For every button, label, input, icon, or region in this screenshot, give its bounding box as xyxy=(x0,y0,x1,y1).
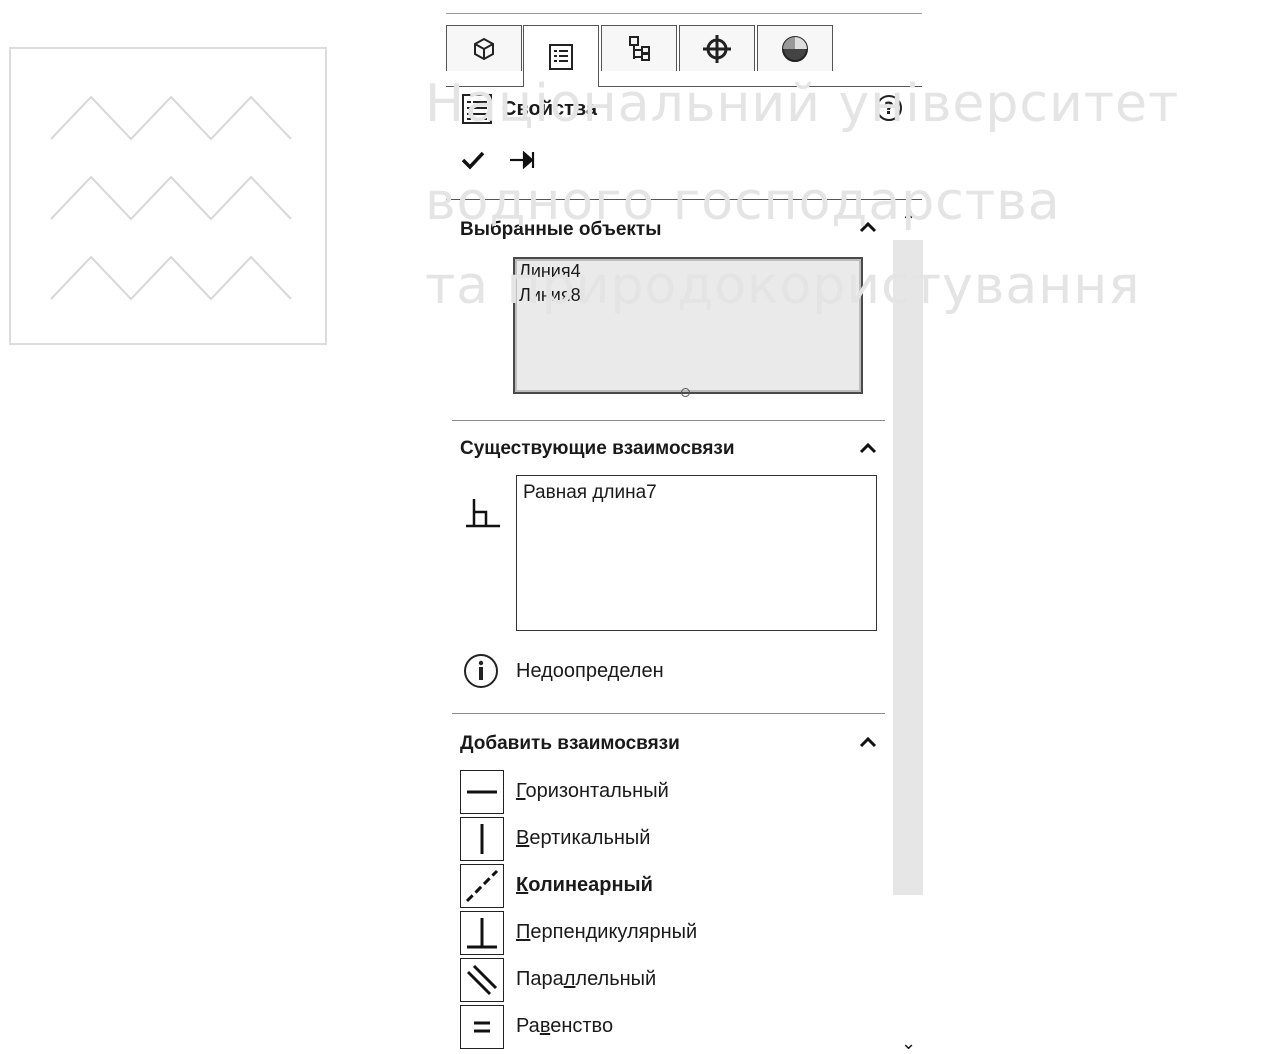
pushpin-icon[interactable] xyxy=(508,147,538,173)
relation-label: Перпендикулярный xyxy=(516,921,698,943)
display-manager-icon xyxy=(782,35,808,62)
watermark-logo xyxy=(9,47,327,345)
tab-configuration-manager[interactable] xyxy=(601,25,677,71)
vertical-relation-icon xyxy=(460,816,504,861)
dimxpert-manager-icon xyxy=(703,34,731,63)
help-icon[interactable]: ? xyxy=(875,94,903,122)
manager-tabs xyxy=(446,25,922,87)
relation-label: Вертикальный xyxy=(516,827,651,849)
horizontal-relation-icon xyxy=(460,769,504,814)
scroll-down-icon[interactable]: ⌄ xyxy=(901,1033,916,1054)
page-title: Свойства xyxy=(502,97,598,120)
section-divider xyxy=(452,713,885,714)
status-text: Недоопределен xyxy=(516,659,664,682)
tab-display-manager[interactable] xyxy=(757,25,833,71)
chevron-up-icon[interactable] xyxy=(858,441,878,455)
chevron-up-icon[interactable] xyxy=(858,220,878,234)
parallel-relation-icon xyxy=(460,957,504,1002)
panel-header: Свойства xyxy=(460,94,597,124)
top-divider xyxy=(446,13,922,14)
tab-property-manager[interactable] xyxy=(523,25,599,87)
tab-dimxpert-manager[interactable] xyxy=(679,25,755,71)
relation-option-horizontal[interactable]: Горизонтальный xyxy=(460,769,669,814)
list-item[interactable]: Линия4 xyxy=(515,259,861,283)
section-selected-entities-title: Выбранные объекты xyxy=(460,219,662,240)
list-item[interactable]: Равная длина7 xyxy=(517,476,876,504)
scroll-up-icon[interactable]: ⌃ xyxy=(901,211,916,232)
section-add-relations-title: Добавить взаимосвязи xyxy=(460,733,680,754)
scrollbar-thumb[interactable] xyxy=(893,240,923,895)
relation-label: Параллельный xyxy=(516,968,657,990)
perpendicular-relation-icon xyxy=(460,910,504,955)
relation-label: Горизонтальный xyxy=(516,780,669,802)
relation-option-collinear[interactable]: Колинеарный xyxy=(460,863,653,908)
configuration-manager-icon xyxy=(629,35,650,61)
properties-icon xyxy=(462,94,492,124)
checkmark-icon[interactable] xyxy=(460,149,486,171)
relation-option-equal[interactable]: Равенство xyxy=(460,1004,613,1049)
relation-option-vertical[interactable]: Вертикальный xyxy=(460,816,650,861)
section-existing-relations-title: Существующие взаимосвязи xyxy=(460,438,735,459)
relation-option-parallel[interactable]: Параллельный xyxy=(460,957,656,1002)
collinear-relation-icon xyxy=(460,863,504,908)
resize-handle[interactable] xyxy=(681,388,690,397)
property-manager-panel: Свойства ? ⌃ ⌄ Выбранные объекты Линия4 … xyxy=(446,13,923,1053)
header-divider xyxy=(446,199,922,200)
feature-manager-icon xyxy=(474,37,494,60)
equal-relation-icon xyxy=(460,1004,504,1049)
svg-text:?: ? xyxy=(884,99,894,119)
tab-feature-manager[interactable] xyxy=(446,25,522,71)
relation-label: Колинеарный xyxy=(516,874,653,896)
relation-label: Равенство xyxy=(516,1015,614,1037)
equal-length-relation-icon xyxy=(466,499,500,528)
list-item[interactable]: Линия8 xyxy=(515,283,861,307)
status-row: Недоопределен xyxy=(462,652,664,690)
section-divider xyxy=(452,420,885,421)
relation-option-perpendicular[interactable]: Перпендикулярный xyxy=(460,910,697,955)
info-icon xyxy=(464,654,498,688)
selected-entities-list[interactable]: Линия4 Линия8 xyxy=(513,257,863,394)
existing-relations-list[interactable]: Равная длина7 xyxy=(516,475,877,631)
property-manager-icon xyxy=(549,43,573,70)
chevron-up-icon[interactable] xyxy=(858,735,878,749)
